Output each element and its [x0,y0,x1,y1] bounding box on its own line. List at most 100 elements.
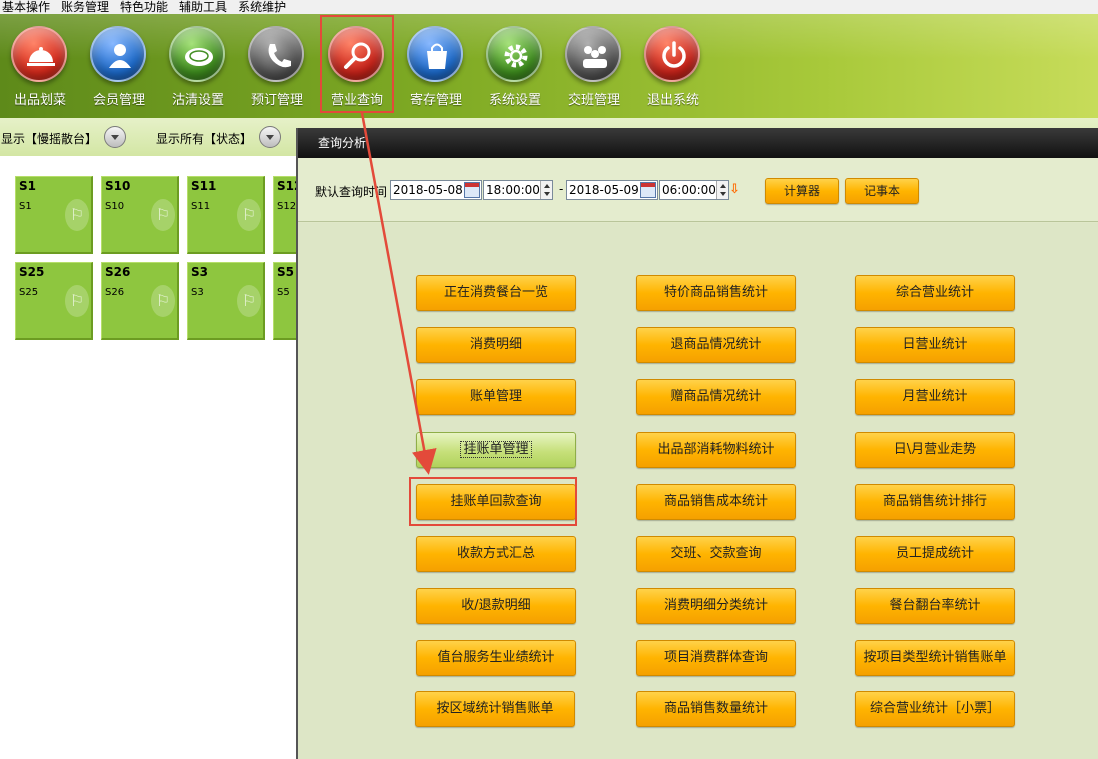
report-daily-business-stats-button[interactable]: 日营业统计 [855,327,1015,363]
area-dropdown-button[interactable] [104,126,126,148]
end-time-spinner[interactable] [716,181,728,199]
report-returns-stats-button[interactable]: 退商品情况统计 [636,327,796,363]
table-card[interactable]: S25 S25 ⚐ [15,262,93,340]
menu-basic-ops[interactable]: 基本操作 [2,0,50,14]
serving-cloche-icon [11,26,67,82]
toolbar-soldout-label: 沽清设置 [171,93,224,108]
report-table-turnover-stats-button[interactable]: 餐台翻台率统计 [855,588,1015,624]
start-date-field[interactable]: 2018-05-08 [390,180,482,200]
toolbar-shift-button[interactable]: 交班管理 [556,14,632,112]
table-status-icon: ⚐ [151,285,175,317]
table-grid: S1 S1 ⚐ S10 S10 ⚐ S11 S11 ⚐ S12 S12 S25 S25 ⚐ S26… [0,156,351,759]
table-code: S10 [105,201,125,212]
report-consumption-detail-button[interactable]: 消费明细 [416,327,576,363]
report-sales-by-item-type-button[interactable]: 按项目类型统计销售账单 [855,640,1015,676]
report-receipt-refund-detail-button[interactable]: 收/退款明细 [416,588,576,624]
report-special-sales-stats-button[interactable]: 特价商品销售统计 [636,275,796,311]
report-shift-handover-query-button[interactable]: 交班、交款查询 [636,536,796,572]
main-toolbar: 出品划菜 会员管理 沽清设置 预订管理 营业查询 寄存管理 系统设置 交班管理 … [0,14,1098,118]
toolbar-booking-label: 预订管理 [250,93,303,108]
table-status-icon: ⚐ [237,199,261,231]
report-kitchen-materials-stats-button[interactable]: 出品部消耗物料统计 [636,432,796,468]
table-code: S5 [277,287,290,298]
table-status-icon: ⚐ [65,285,89,317]
menu-tools[interactable]: 辅助工具 [179,0,227,14]
table-code: S1 [19,201,32,212]
table-name: S11 [191,179,217,193]
table-card[interactable]: S10 S10 ⚐ [101,176,179,254]
report-monthly-business-stats-button[interactable]: 月营业统计 [855,379,1015,415]
toolbar-serving-label: 出品划菜 [13,93,66,108]
table-name: S3 [191,265,208,279]
toolbar-booking-button[interactable]: 预订管理 [239,14,315,112]
toolbar-storage-button[interactable]: 寄存管理 [398,14,474,112]
start-date-value: 2018-05-08 [393,183,463,197]
start-time-value: 18:00:00 [486,183,540,197]
table-status-icon: ⚐ [237,285,261,317]
table-name: S5 [277,265,294,279]
report-sales-by-area-button[interactable]: 按区域统计销售账单 [415,691,575,727]
report-cost-of-sales-stats-button[interactable]: 商品销售成本统计 [636,484,796,520]
calendar-icon[interactable] [464,182,480,198]
report-overall-business-stats-button[interactable]: 综合营业统计 [855,275,1015,311]
calculator-button[interactable]: 计算器 [765,178,839,204]
toolbar-member-label: 会员管理 [92,93,145,108]
menu-maintenance[interactable]: 系统维护 [238,0,286,14]
app-window: 基本操作 账务管理 特色功能 辅助工具 系统维护 出品划菜 会员管理 沽清设置 [0,0,1098,759]
end-time-field[interactable]: 06:00:00 [659,180,729,200]
report-gifts-stats-button[interactable]: 赠商品情况统计 [636,379,796,415]
area-filter-label: 显示【慢摇散台】 [1,132,98,146]
report-waiter-performance-stats-button[interactable]: 值台服务生业绩统计 [416,640,576,676]
toolbar-member-button[interactable]: 会员管理 [81,14,157,112]
end-time-value: 06:00:00 [662,183,716,197]
table-card[interactable]: S1 S1 ⚐ [15,176,93,254]
report-daily-monthly-trend-button[interactable]: 日\月营业走势 [855,432,1015,468]
query-time-label: 默认查询时间 [315,185,388,199]
table-name: S25 [19,265,45,279]
plate-icon [169,26,225,82]
notepad-button[interactable]: 记事本 [845,178,919,204]
receivable-query-highlight [409,477,577,526]
phone-icon [248,26,304,82]
toolbar-settings-label: 系统设置 [488,93,541,108]
start-time-field[interactable]: 18:00:00 [483,180,553,200]
shift-people-icon [565,26,621,82]
query-time-panel: 默认查询时间 2018-05-08 18:00:00 - 2018-05-09 … [298,158,1098,222]
table-name: S26 [105,265,131,279]
report-credit-bill-management-button[interactable]: 挂账单管理 [416,432,576,468]
report-payment-methods-summary-button[interactable]: 收款方式汇总 [416,536,576,572]
menu-features[interactable]: 特色功能 [120,0,168,14]
toolbar-settings-button[interactable]: 系统设置 [477,14,553,112]
report-overall-business-receipt-button[interactable]: 综合营业统计［小票］ [855,691,1015,727]
report-customer-group-query-button[interactable]: 项目消费群体查询 [636,640,796,676]
table-status-icon: ⚐ [151,199,175,231]
start-time-spinner[interactable] [540,181,552,199]
end-date-field[interactable]: 2018-05-09 [566,180,658,200]
calendar-icon[interactable] [640,182,656,198]
report-staff-commission-stats-button[interactable]: 员工提成统计 [855,536,1015,572]
power-icon [644,26,700,82]
shopping-bag-icon [407,26,463,82]
end-date-value: 2018-05-09 [569,183,639,197]
status-dropdown-button[interactable] [259,126,281,148]
date-range-separator: - [559,182,564,196]
report-sales-ranking-button[interactable]: 商品销售统计排行 [855,484,1015,520]
table-card[interactable]: S26 S26 ⚐ [101,262,179,340]
table-status-icon: ⚐ [65,199,89,231]
table-card[interactable]: S11 S11 ⚐ [187,176,265,254]
report-bill-management-button[interactable]: 账单管理 [416,379,576,415]
toolbar-serving-button[interactable]: 出品划菜 [2,14,78,112]
report-dining-tables-overview-button[interactable]: 正在消费餐台一览 [416,275,576,311]
download-arrow-icon[interactable]: ⇩ [729,183,741,197]
table-card[interactable]: S3 S3 ⚐ [187,262,265,340]
toolbar-storage-label: 寄存管理 [409,93,462,108]
report-consumption-category-stats-button[interactable]: 消费明细分类统计 [636,588,796,624]
menu-bar: 基本操作 账务管理 特色功能 辅助工具 系统维护 [0,0,1098,14]
menu-accounts[interactable]: 账务管理 [61,0,109,14]
toolbar-exit-button[interactable]: 退出系统 [635,14,711,112]
toolbar-exit-label: 退出系统 [646,93,699,108]
table-code: S25 [19,287,39,298]
report-button-label: 挂账单管理 [460,441,532,458]
toolbar-soldout-button[interactable]: 沽清设置 [160,14,236,112]
report-sales-quantity-stats-button[interactable]: 商品销售数量统计 [636,691,796,727]
